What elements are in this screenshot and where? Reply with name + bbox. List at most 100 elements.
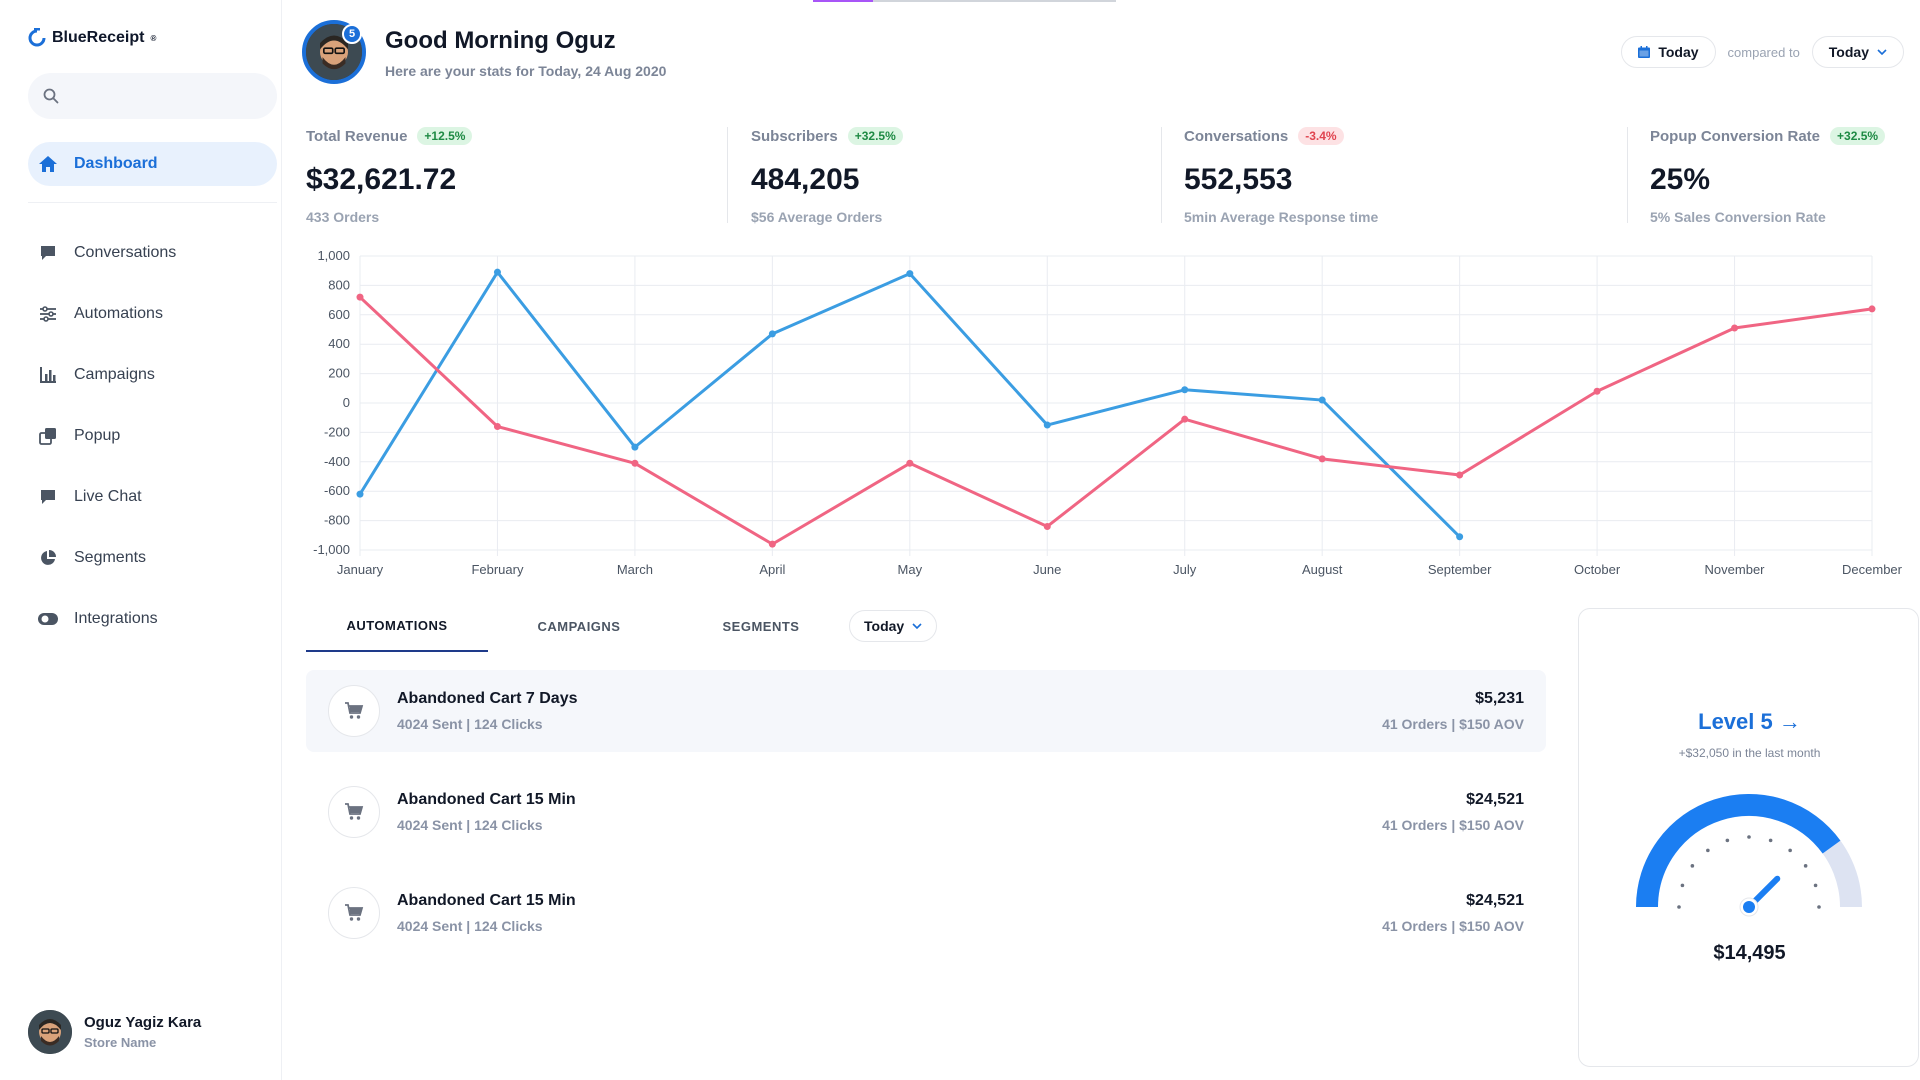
toggle-icon — [38, 609, 58, 629]
sidebar-item-label: Automations — [74, 304, 163, 322]
y-tick-label: 400 — [328, 336, 350, 351]
level-badge: 5 — [342, 24, 362, 44]
automation-amount: $24,521 — [1466, 791, 1524, 808]
chat-bubble-icon — [38, 487, 58, 507]
x-tick-label: November — [1705, 562, 1766, 577]
period-select-value: Today — [864, 618, 905, 634]
sidebar-item-label: Integrations — [74, 609, 158, 627]
data-point — [356, 490, 364, 498]
gauge-tick — [1706, 848, 1710, 853]
data-point — [1318, 396, 1326, 404]
x-tick-label: March — [617, 562, 653, 577]
y-tick-label: -1,000 — [313, 542, 350, 557]
sidebar-item-conversations[interactable]: Conversations — [28, 222, 277, 283]
data-point — [1593, 387, 1601, 395]
dashboard-app: BlueReceipt ® Dashboard Conversations Au… — [0, 0, 1920, 1080]
y-tick-label: -400 — [324, 454, 350, 469]
automation-meta: 4024 Sent | 124 Clicks — [397, 817, 543, 833]
stat-label: Popup Conversion Rate — [1650, 127, 1821, 145]
chevron-down-icon — [912, 623, 922, 629]
gauge-hub-dot — [1743, 901, 1755, 913]
compare-select[interactable]: Today — [1811, 36, 1904, 68]
gauge-tick — [1813, 883, 1818, 888]
data-point — [1318, 455, 1326, 463]
calendar-icon — [1638, 46, 1651, 58]
data-point — [906, 459, 914, 467]
data-point — [1868, 305, 1876, 313]
data-point — [631, 459, 639, 467]
y-tick-label: -600 — [324, 483, 350, 498]
data-point — [1456, 471, 1464, 479]
automation-meta: 4024 Sent | 124 Clicks — [397, 716, 543, 732]
level-title: Level 5 — [1698, 709, 1773, 734]
level-subtitle: +$32,050 in the last month — [1678, 746, 1821, 760]
gauge-tick — [1817, 905, 1821, 909]
sidebar-item-automations[interactable]: Automations — [28, 283, 277, 344]
sidebar: BlueReceipt ® Dashboard Conversations Au… — [0, 0, 282, 1080]
stat-value: 484,205 — [751, 163, 860, 196]
page-subtitle: Here are your stats for Today, 24 Aug 20… — [385, 63, 667, 79]
list-item[interactable]: Abandoned Cart 15 Min 4024 Sent | 124 Cl… — [306, 771, 1546, 853]
automation-orders: 41 Orders | $150 AOV — [1382, 817, 1524, 833]
stat-divider — [727, 127, 728, 223]
sidebar-item-live-chat[interactable]: Live Chat — [28, 466, 277, 527]
automation-title: Abandoned Cart 15 Min — [397, 791, 576, 808]
data-point — [768, 540, 776, 548]
tab-segments[interactable]: SEGMENTS — [670, 600, 852, 652]
sidebar-item-popup[interactable]: Popup — [28, 405, 277, 466]
sidebar-item-label: Campaigns — [74, 365, 155, 383]
arrow-right-icon: → — [1778, 709, 1801, 734]
gauge-tick — [1690, 864, 1695, 868]
data-point — [768, 330, 776, 338]
sidebar-item-segments[interactable]: Segments — [28, 527, 277, 588]
stat-value: 25% — [1650, 163, 1711, 196]
sidebar-divider — [28, 202, 277, 203]
data-point — [1181, 386, 1189, 394]
top-progress-bar — [813, 0, 1116, 2]
data-point — [356, 293, 364, 301]
cart-icon — [328, 786, 380, 838]
series-line — [358, 296, 1873, 546]
x-tick-label: May — [898, 562, 923, 577]
sidebar-item-label: Conversations — [74, 243, 177, 261]
data-point — [1181, 415, 1189, 423]
y-tick-label: 600 — [328, 307, 350, 322]
data-point — [906, 270, 914, 278]
search-bar[interactable] — [28, 73, 277, 119]
list-item[interactable]: Abandoned Cart 15 Min 4024 Sent | 124 Cl… — [306, 872, 1546, 954]
automation-amount: $5,231 — [1475, 690, 1524, 707]
search-icon — [43, 88, 59, 104]
brand-logo[interactable]: BlueReceipt ® — [28, 28, 156, 48]
avatar — [28, 1010, 72, 1054]
tab-campaigns[interactable]: CAMPAIGNS — [488, 600, 670, 652]
x-tick-label: August — [1302, 562, 1343, 577]
stat-change-badge: +12.5% — [417, 127, 473, 145]
user-profile[interactable]: Oguz Yagiz Kara Store Name — [28, 1010, 201, 1054]
sidebar-item-dashboard[interactable]: Dashboard — [28, 142, 277, 186]
search-input[interactable] — [69, 88, 259, 104]
level-gauge — [1636, 794, 1862, 917]
y-tick-label: -200 — [324, 424, 350, 439]
automation-title: Abandoned Cart 15 Min — [397, 892, 576, 909]
sidebar-item-label: Popup — [74, 426, 121, 444]
sidebar-item-integrations[interactable]: Integrations — [28, 588, 277, 649]
data-point — [1731, 324, 1739, 332]
gauge-tick — [1803, 864, 1808, 868]
gauge-tick — [1677, 905, 1681, 909]
sidebar-nav: Conversations Automations Campaigns Popu… — [28, 222, 277, 649]
x-tick-label: February — [471, 562, 524, 577]
line-chart: 1,000 800 600 400 200 0 -200 -400 -600 -800 -1,000… — [313, 248, 1903, 577]
chat-bubble-icon — [38, 243, 58, 263]
tab-automations[interactable]: AUTOMATIONS — [306, 600, 488, 652]
automation-title: Abandoned Cart 7 Days — [397, 690, 578, 707]
sidebar-item-campaigns[interactable]: Campaigns — [28, 344, 277, 405]
stat-change-badge: -3.4% — [1298, 127, 1344, 145]
stat-change-badge: +32.5% — [1830, 127, 1886, 145]
date-button-label: Today — [1658, 44, 1699, 60]
gauge-tick — [1725, 838, 1730, 843]
level-title-link[interactable]: Level 5 → — [1579, 709, 1920, 735]
list-item[interactable]: Abandoned Cart 7 Days 4024 Sent | 124 Cl… — [306, 670, 1546, 752]
period-select[interactable]: Today — [849, 610, 938, 642]
stat-popup-conversion: Popup Conversion Rate +32.5% 25% 5% Sales… — [1650, 127, 1886, 225]
date-picker-button[interactable]: Today — [1621, 36, 1716, 68]
